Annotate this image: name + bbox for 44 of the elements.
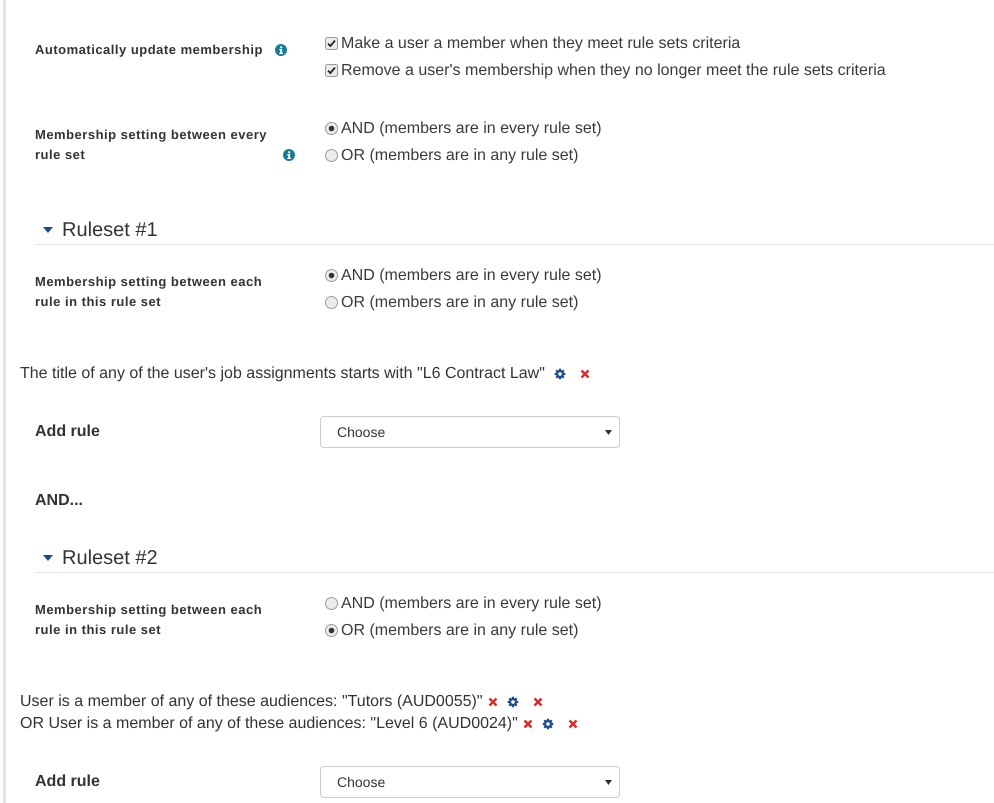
cross-icon[interactable]	[580, 369, 590, 379]
gear-icon[interactable]	[554, 368, 566, 380]
add-rule-label: Add rule	[35, 773, 101, 791]
radio-button[interactable]	[325, 296, 338, 309]
rule-select[interactable]: Choose	[320, 766, 620, 798]
setting-label: Membership setting between each rule in this rule set	[35, 601, 264, 639]
rule-text: User is a member of any of these audiences: "Tutors (AUD0055)"	[20, 693, 483, 711]
cross-icon[interactable]	[488, 697, 498, 707]
gear-icon[interactable]	[542, 718, 554, 730]
option-label[interactable]: OR (members are in any rule set)	[341, 146, 578, 164]
checkbox[interactable]	[325, 37, 338, 50]
joiner-text: AND...	[35, 492, 83, 509]
radio-button[interactable]	[325, 149, 338, 162]
setting-label: Membership setting between every rule set	[35, 126, 268, 164]
ruleset-title[interactable]: Ruleset #1	[62, 216, 158, 244]
rule-text: OR User is a member of any of these audiences: "Level 6 (AUD0024)"	[20, 715, 518, 733]
radio-button[interactable]	[325, 597, 338, 610]
caret-icon	[605, 780, 612, 784]
caret-icon	[605, 430, 612, 434]
option-label[interactable]: OR (members are in any rule set)	[341, 622, 578, 640]
ruleset-title[interactable]: Ruleset #2	[62, 544, 158, 572]
option-label[interactable]: AND (members are in every rule set)	[341, 594, 602, 612]
setting-label: Membership setting between each rule in this rule set	[35, 273, 264, 311]
option-label[interactable]: Remove a user's membership when they no longer meet the rule sets criteria	[341, 62, 886, 80]
radio-button[interactable]	[325, 122, 338, 135]
gear-icon[interactable]	[506, 696, 519, 708]
cross-icon[interactable]	[568, 719, 578, 729]
rule-text: The title of any of the user's job assignments starts with "L6 Contract Law"	[20, 365, 545, 383]
info-icon[interactable]	[283, 149, 295, 161]
option-label[interactable]: OR (members are in any rule set)	[341, 294, 578, 312]
caret-icon[interactable]	[43, 553, 53, 563]
add-rule-label: Add rule	[35, 423, 101, 441]
setting-label: Automatically update membership	[35, 41, 263, 59]
checkbox[interactable]	[325, 64, 338, 77]
radio-button[interactable]	[325, 269, 338, 282]
info-icon[interactable]	[274, 44, 287, 56]
option-label[interactable]: AND (members are in every rule set)	[341, 266, 602, 284]
cross-icon[interactable]	[522, 719, 533, 729]
option-label[interactable]: AND (members are in every rule set)	[341, 120, 602, 138]
option-label[interactable]: Make a user a member when they meet rule sets criteria	[341, 34, 740, 52]
rule-select[interactable]: Choose	[320, 416, 620, 448]
radio-button[interactable]	[325, 624, 338, 637]
cross-icon[interactable]	[532, 697, 543, 707]
caret-icon[interactable]	[43, 225, 53, 235]
